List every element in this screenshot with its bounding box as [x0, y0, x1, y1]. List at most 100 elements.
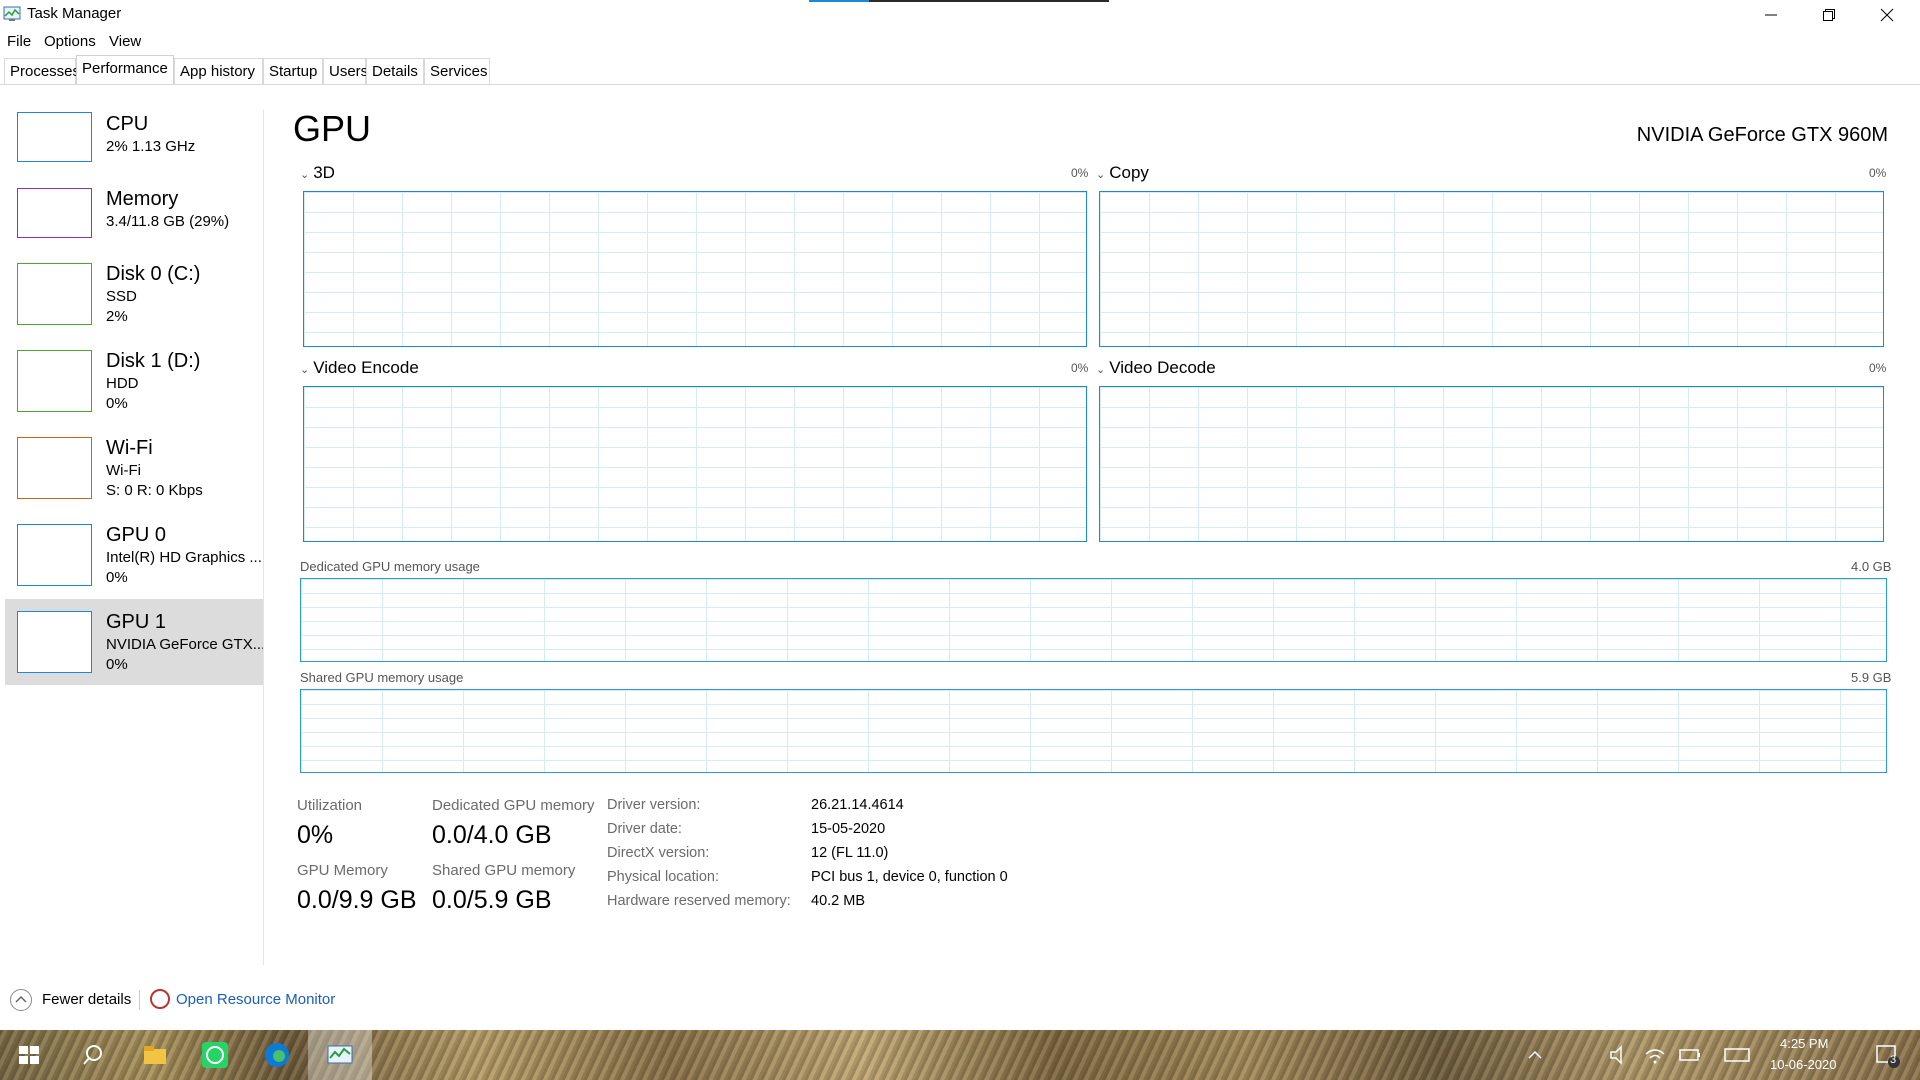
sidebar-item-usage: 2% [106, 308, 128, 325]
gpu1-thumbnail [17, 611, 92, 673]
shared-memory-value: 0.0/5.9 GB [432, 886, 552, 914]
directx-version-value: 12 (FL 11.0) [811, 845, 889, 861]
wifi-icon[interactable] [1640, 1040, 1670, 1070]
resource-monitor-icon [150, 989, 170, 1009]
physical-location-label: Physical location: [607, 869, 720, 885]
chevron-down-icon: ⌄ [300, 364, 310, 376]
fewer-details-button[interactable]: Fewer details [42, 991, 131, 1008]
menu-view[interactable]: View [109, 33, 141, 50]
engine-3d-graph [303, 191, 1087, 347]
dedicated-memory-value: 0.0/4.0 GB [432, 821, 552, 849]
sidebar-item-label: Disk 0 (C:) [106, 263, 201, 285]
sidebar-item-label: Disk 1 (D:) [106, 350, 201, 372]
tab-performance[interactable]: Performance [76, 55, 174, 85]
dedicated-memory-label: Dedicated GPU memory [432, 797, 595, 814]
physical-location-value: PCI bus 1, device 0, function 0 [811, 869, 1008, 885]
tab-processes[interactable]: Processes [4, 58, 80, 84]
tab-services[interactable]: Services [424, 58, 490, 84]
window-title: Task Manager [27, 5, 122, 22]
task-manager-icon [3, 6, 21, 22]
shared-memory-graph [300, 689, 1887, 773]
sidebar-item-wifi[interactable]: Wi-Fi Wi-Fi S: 0 R: 0 Kbps [5, 429, 263, 514]
page-title: GPU [293, 108, 372, 149]
gpu-memory-value: 0.0/9.9 GB [297, 886, 417, 914]
driver-version-label: Driver version: [607, 797, 701, 813]
sidebar-item-usage: 0% [106, 569, 128, 586]
sidebar-item-detail: HDD [106, 375, 139, 392]
restore-button[interactable] [1800, 0, 1858, 30]
wifi-thumbnail [17, 437, 92, 499]
sidebar-item-gpu0[interactable]: GPU 0 Intel(R) HD Graphics ... 0% [5, 516, 263, 601]
sidebar-item-detail: Wi-Fi [106, 462, 141, 479]
file-explorer-icon[interactable] [140, 1040, 170, 1070]
sidebar-item-detail: 3.4/11.8 GB (29%) [106, 213, 230, 230]
menu-options[interactable]: Options [44, 33, 96, 50]
sidebar-item-label: CPU [106, 113, 149, 135]
edge-icon[interactable] [262, 1040, 292, 1070]
engine-video-encode-selector[interactable]: ⌄ Video Encode [300, 358, 419, 378]
chevron-up-icon[interactable] [10, 989, 32, 1011]
sidebar-item-cpu[interactable]: CPU 2% 1.13 GHz [5, 105, 263, 175]
gpu-memory-label: GPU Memory [297, 862, 388, 879]
minimize-button[interactable] [1742, 0, 1800, 30]
sidebar-item-label: GPU 1 [106, 611, 167, 633]
engine-label: Video Decode [1109, 358, 1216, 377]
battery-icon[interactable] [1675, 1040, 1705, 1070]
tab-app-history[interactable]: App history [174, 58, 263, 84]
show-hidden-icons[interactable] [1520, 1040, 1550, 1070]
dedicated-memory-graph-max: 4.0 GB [1851, 559, 1892, 574]
sidebar-item-label: Wi-Fi [106, 437, 153, 459]
sidebar-item-gpu1[interactable]: GPU 1 NVIDIA GeForce GTX... 0% [5, 599, 265, 685]
engine-3d-selector[interactable]: ⌄ 3D [300, 163, 335, 183]
menu-file[interactable]: File [7, 33, 31, 50]
engine-label: Video Encode [313, 358, 419, 377]
shared-memory-label: Shared GPU memory [432, 862, 576, 879]
sidebar-item-detail: Intel(R) HD Graphics ... [106, 549, 262, 566]
engine-copy-selector[interactable]: ⌄ Copy [1096, 163, 1149, 183]
reserved-memory-value: 40.2 MB [811, 893, 865, 909]
chevron-down-icon: ⌄ [1096, 169, 1106, 181]
dedicated-memory-graph-label: Dedicated GPU memory usage [300, 559, 480, 574]
cpu-thumbnail [17, 112, 92, 162]
shared-memory-graph-label: Shared GPU memory usage [300, 670, 464, 685]
engine-copy-percent: 0% [1869, 166, 1887, 180]
tab-startup[interactable]: Startup [263, 58, 323, 84]
reserved-memory-label: Hardware reserved memory: [607, 893, 791, 909]
start-icon[interactable] [14, 1040, 44, 1070]
engine-video-decode-graph [1099, 386, 1884, 542]
close-icon [1880, 8, 1894, 22]
gpu-model-name: NVIDIA GeForce GTX 960M [1636, 124, 1888, 146]
sidebar-item-memory[interactable]: Memory 3.4/11.8 GB (29%) [5, 180, 263, 250]
disk0-thumbnail [17, 263, 92, 325]
driver-version-value: 26.21.14.4614 [811, 797, 904, 813]
volume-icon[interactable] [1605, 1040, 1635, 1070]
minimize-icon [1765, 14, 1777, 16]
open-resource-monitor-link[interactable]: Open Resource Monitor [176, 991, 335, 1008]
tab-users[interactable]: Users [323, 58, 368, 84]
chevron-down-icon: ⌄ [300, 169, 310, 181]
engine-label: 3D [313, 163, 335, 182]
whatsapp-icon[interactable] [200, 1040, 230, 1070]
keyboard-icon[interactable] [1722, 1040, 1752, 1070]
engine-video-encode-graph [303, 386, 1087, 542]
engine-video-decode-percent: 0% [1869, 361, 1887, 375]
tab-details[interactable]: Details [366, 58, 424, 84]
taskbar-time[interactable]: 4:25 PM [1780, 1036, 1828, 1051]
chevron-down-icon: ⌄ [1096, 364, 1106, 376]
menu-bar: File Options View [0, 30, 1920, 54]
gpu0-thumbnail [17, 524, 92, 586]
memory-thumbnail [17, 188, 92, 238]
sidebar-item-disk1[interactable]: Disk 1 (D:) HDD 0% [5, 342, 263, 427]
footer-separator [139, 990, 140, 1010]
close-button[interactable] [1858, 0, 1916, 30]
taskbar-date[interactable]: 10-06-2020 [1770, 1057, 1837, 1072]
notification-center-icon[interactable]: 3 [1872, 1040, 1902, 1070]
task-manager-taskbar-icon[interactable] [325, 1040, 355, 1070]
sidebar-item-detail: 2% 1.13 GHz [106, 138, 196, 155]
sidebar-item-detail: SSD [106, 288, 137, 305]
sidebar-item-label: Memory [106, 188, 179, 210]
sidebar-item-disk0[interactable]: Disk 0 (C:) SSD 2% [5, 255, 263, 340]
search-icon[interactable] [78, 1040, 108, 1070]
sidebar-divider [263, 110, 264, 965]
engine-video-decode-selector[interactable]: ⌄ Video Decode [1096, 358, 1216, 378]
